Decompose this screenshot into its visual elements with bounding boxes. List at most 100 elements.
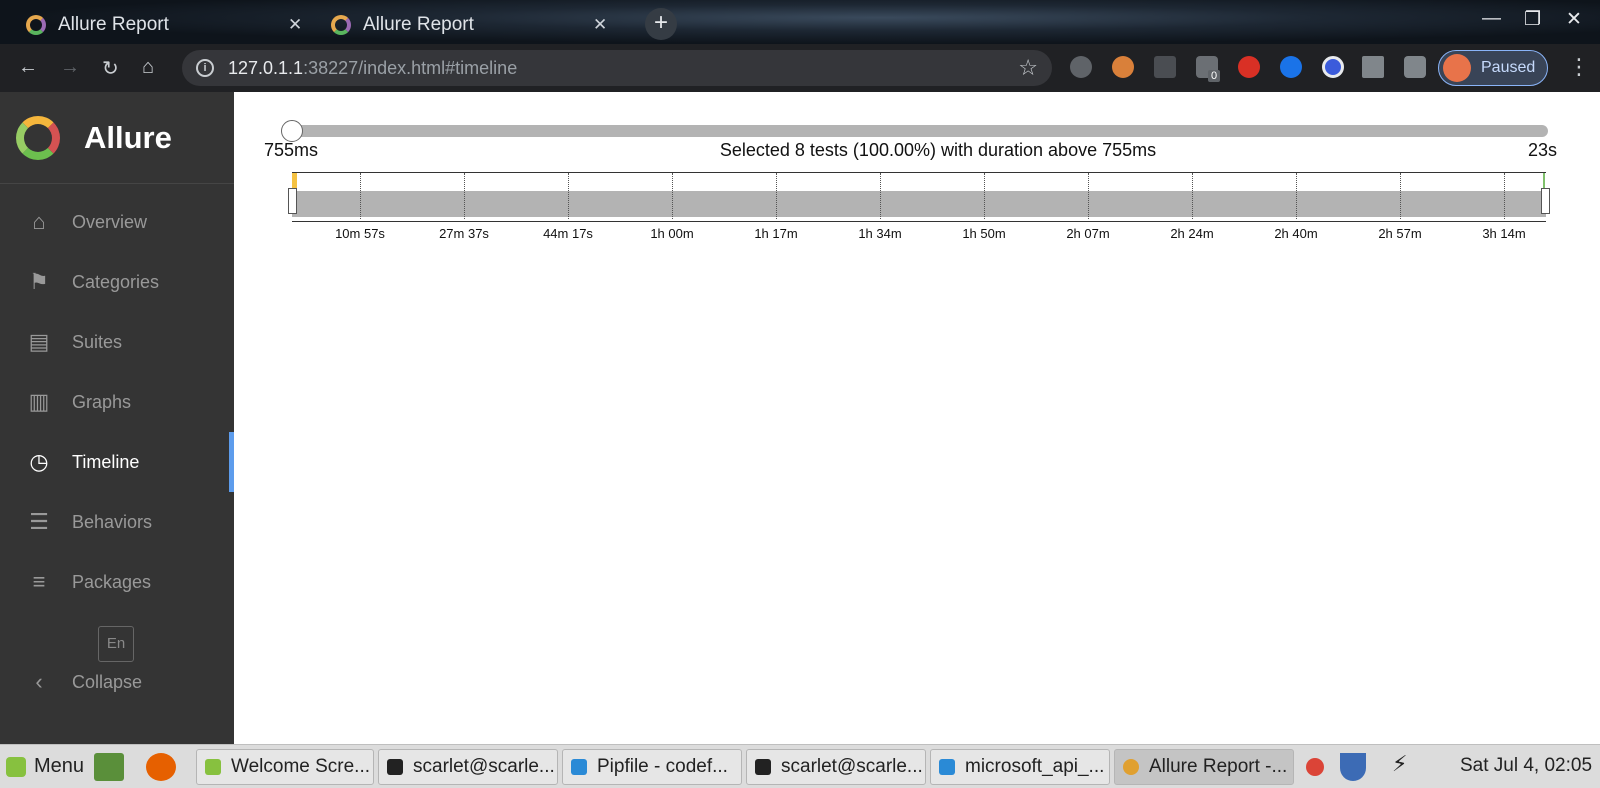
duration-slider-handle[interactable]: [281, 120, 303, 142]
ellipsis-extension-icon[interactable]: [1154, 56, 1176, 78]
sidebar-item-graphs[interactable]: ▥ Graphs: [0, 372, 234, 432]
tab-title: Allure Report: [363, 14, 474, 35]
minimize-icon[interactable]: —: [1482, 8, 1501, 30]
timeline-tick-line: [880, 173, 881, 219]
timeline-tick-label: 2h 57m: [1378, 226, 1422, 241]
timeline-tick-line: [1088, 173, 1089, 219]
show-desktop-icon[interactable]: [94, 753, 124, 781]
close-tab-icon[interactable]: ✕: [288, 15, 302, 35]
allure-favicon-icon: [26, 15, 46, 35]
globe-extension-icon[interactable]: [1070, 56, 1092, 78]
sync-extension-icon[interactable]: [1280, 56, 1302, 78]
vscode-icon: [939, 759, 955, 775]
block-extension-icon[interactable]: [1322, 56, 1344, 78]
sidebar-item-label: Suites: [72, 331, 123, 352]
duration-max-label: 23s: [1528, 140, 1558, 160]
timeline-page: 755ms Selected 8 tests (100.00%) with du…: [234, 92, 1600, 744]
timeline-tick-label: 3h 14m: [1482, 226, 1526, 241]
sidebar-item-categories[interactable]: ⚑ Categories: [0, 252, 234, 312]
timeline-tick-line: [1504, 173, 1505, 219]
collapse-button[interactable]: ‹ Collapse: [0, 652, 234, 712]
home-icon: ⌂: [32, 209, 46, 234]
sidebar-item-suites[interactable]: ▤ Suites: [0, 312, 234, 372]
brand[interactable]: Allure: [0, 92, 234, 184]
brand-name: Allure: [84, 119, 172, 155]
maximize-icon[interactable]: ❐: [1524, 8, 1541, 31]
bar-chart-icon: ▥: [28, 389, 50, 414]
duration-slider-track[interactable]: [292, 125, 1548, 137]
browser-toolbar: ← → ↻ ⌂ i 127.0.1.1:38227/index.html#tim…: [0, 44, 1600, 92]
sidebar-item-label: Packages: [72, 571, 152, 592]
new-tab-button[interactable]: +: [645, 8, 677, 40]
chevron-left-icon: ‹: [35, 669, 43, 694]
task-label: Welcome Scre...: [231, 756, 371, 777]
task-vscode-api[interactable]: microsoft_api_...: [930, 749, 1110, 785]
brush-left-handle[interactable]: [288, 188, 297, 214]
chrome-tray-icon[interactable]: [1306, 758, 1324, 776]
timeline-range-bar[interactable]: [292, 191, 1546, 217]
close-tab-icon[interactable]: ✕: [593, 15, 607, 35]
browser-menu-icon[interactable]: ⋮: [1568, 54, 1590, 80]
sidebar-item-label: Categories: [72, 271, 160, 292]
timeline-tick-label: 10m 57s: [335, 226, 385, 241]
tab-title: Allure Report: [58, 14, 169, 35]
task-label: scarlet@scarle...: [781, 756, 923, 777]
timeline-tick-line: [1192, 173, 1193, 219]
task-label: Pipfile - codef...: [597, 756, 728, 777]
sidebar-item-behaviors[interactable]: ☰ Behaviors: [0, 492, 234, 552]
back-icon[interactable]: ←: [18, 56, 38, 79]
task-label: Allure Report -...: [1149, 756, 1288, 777]
shield-update-icon[interactable]: [1340, 753, 1366, 781]
allure-favicon-icon: [331, 15, 351, 35]
sidebar-item-label: Behaviors: [72, 511, 153, 532]
sidebar: Allure ⌂ Overview ⚑ Categories ▤ Suites …: [0, 92, 234, 744]
network-icon[interactable]: ⚡: [1392, 751, 1407, 777]
timeline-tick-label: 1h 00m: [650, 226, 694, 241]
sidebar-item-timeline[interactable]: ◷ Timeline: [0, 432, 234, 492]
puzzle-extensions-icon[interactable]: [1404, 56, 1426, 78]
bookmark-star-icon[interactable]: ☆: [1018, 55, 1038, 81]
timeline-tick-line: [360, 173, 361, 219]
browser-tab-strip: Allure Report ✕ Allure Report ✕ + — ❐ ✕: [0, 0, 1600, 44]
task-welcome-screen[interactable]: Welcome Scre...: [196, 749, 374, 785]
timeline-tick-line: [776, 173, 777, 219]
browser-tab-1[interactable]: Allure Report ✕: [26, 6, 302, 44]
flag-extension-icon[interactable]: [1362, 56, 1384, 78]
timeline-tick-line: [1400, 173, 1401, 219]
task-terminal-2[interactable]: scarlet@scarle...: [746, 749, 926, 785]
site-info-icon[interactable]: i: [196, 59, 214, 77]
task-vscode-pipfile[interactable]: Pipfile - codef...: [562, 749, 742, 785]
sidebar-item-packages[interactable]: ≡ Packages: [0, 552, 234, 612]
timeline-tick-label: 1h 34m: [858, 226, 902, 241]
address-bar[interactable]: i 127.0.1.1:38227/index.html#timeline ☆: [182, 50, 1052, 86]
selection-summary: Selected 8 tests (100.00%) with duration…: [719, 140, 1157, 160]
task-allure-report[interactable]: Allure Report -...: [1114, 749, 1294, 785]
close-window-icon[interactable]: ✕: [1566, 8, 1582, 31]
vscode-icon: [571, 759, 587, 775]
os-taskbar: Menu Welcome Scre... scarlet@scarle... P…: [0, 744, 1600, 788]
profile-status: Paused: [1481, 59, 1536, 76]
start-menu-button[interactable]: Menu: [6, 755, 84, 778]
reload-icon[interactable]: ↻: [102, 56, 119, 81]
brush-right-handle[interactable]: [1541, 188, 1550, 214]
profile-button[interactable]: Paused: [1438, 50, 1548, 86]
allure-logo-icon: [16, 115, 60, 160]
mint-welcome-icon: [205, 759, 221, 775]
menu-label: Menu: [34, 755, 85, 777]
owl-extension-icon[interactable]: [1112, 56, 1134, 78]
list-icon: ☰: [29, 509, 49, 534]
sidebar-item-overview[interactable]: ⌂ Overview: [0, 192, 234, 252]
sidebar-item-label: Graphs: [72, 391, 132, 412]
firefox-icon[interactable]: [146, 753, 176, 781]
browser-tab-2[interactable]: Allure Report ✕: [331, 6, 607, 44]
hand-stop-extension-icon[interactable]: [1238, 56, 1260, 78]
timeline-tick-line: [568, 173, 569, 219]
clock[interactable]: Sat Jul 4, 02:05: [1460, 755, 1592, 777]
chrome-icon: [1123, 759, 1139, 775]
task-terminal-1[interactable]: scarlet@scarle...: [378, 749, 558, 785]
forward-icon[interactable]: →: [60, 56, 80, 79]
mint-logo-icon: [6, 756, 26, 777]
home-icon[interactable]: ⌂: [142, 56, 154, 79]
timeline-tick-label: 1h 17m: [754, 226, 798, 241]
extension-badge: 0: [1208, 70, 1221, 82]
